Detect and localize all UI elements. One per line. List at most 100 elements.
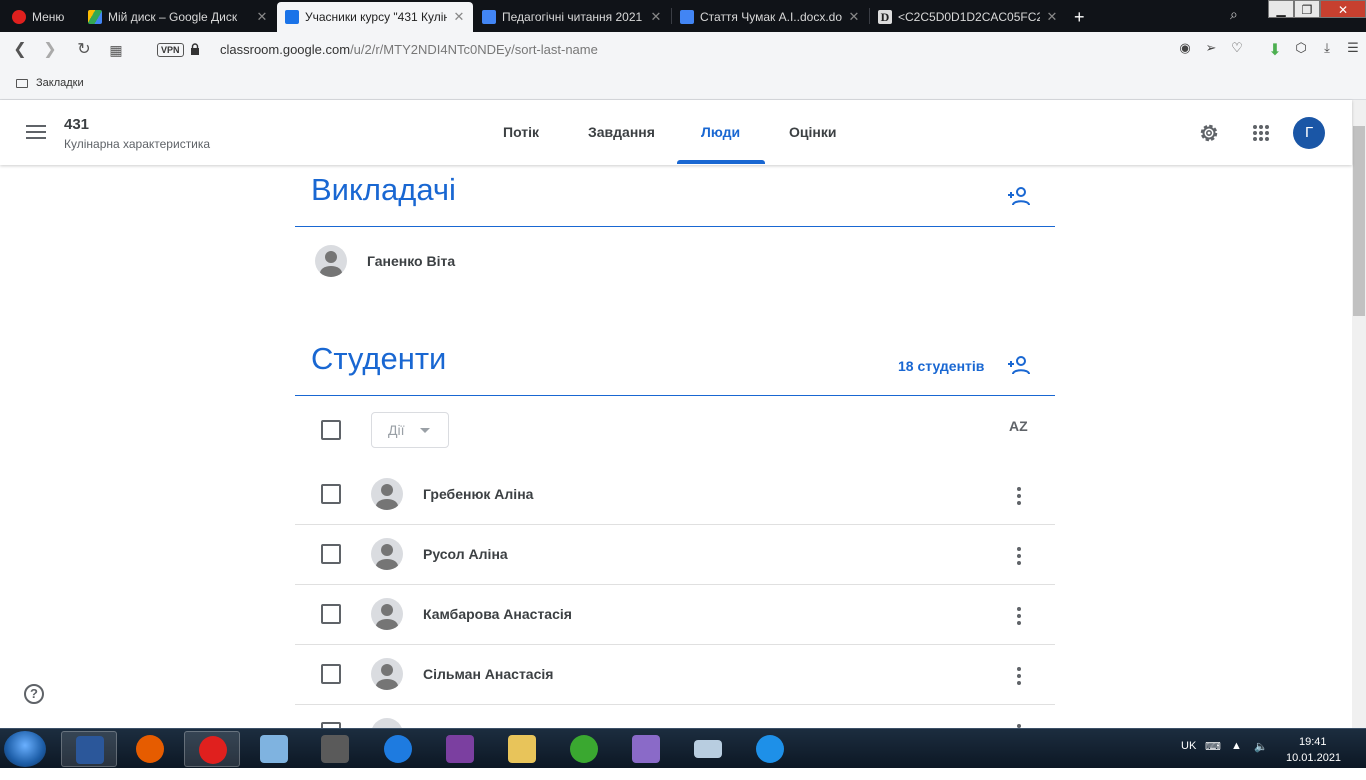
download-extension-icon[interactable]: ⬇ [1262, 40, 1288, 60]
easy-setup-icon[interactable]: ☰ [1340, 40, 1366, 60]
forward-button[interactable]: ❯ [40, 40, 60, 60]
class-title[interactable]: 431 [64, 116, 89, 133]
search-tabs-icon[interactable]: ⌕ [1230, 6, 1238, 23]
apps-grid-icon[interactable] [1249, 121, 1273, 145]
cube-icon[interactable]: ⬡ [1288, 40, 1314, 60]
taskbar-keyboard[interactable] [680, 731, 736, 767]
tab-d-document[interactable]: D <C2C5D0D1D2CAC05FC2C ✕ [870, 2, 1066, 32]
add-student-icon[interactable] [1007, 355, 1031, 375]
keyboard-tray-icon[interactable]: ⌨ [1205, 740, 1221, 780]
taskbar-filezilla[interactable] [122, 731, 178, 767]
docs-icon [680, 10, 694, 24]
heart-icon[interactable]: ♡ [1224, 40, 1250, 60]
sort-az-icon[interactable]: AZ [1009, 418, 1028, 434]
close-window-button[interactable]: ✕ [1320, 0, 1366, 18]
student-checkbox[interactable] [321, 604, 341, 624]
docs-icon [482, 10, 496, 24]
close-icon[interactable]: ✕ [453, 9, 465, 25]
tab-chumak-article[interactable]: Стаття Чумак А.І..docx.doc ✕ [672, 2, 868, 32]
account-avatar[interactable]: Г [1293, 117, 1325, 149]
row-separator [295, 584, 1055, 585]
volume-icon[interactable]: 🔈 [1254, 740, 1268, 780]
more-vert-icon[interactable] [1015, 607, 1023, 627]
url-path: /u/2/r/MTY2NDI4NTc0NDEy/sort-last-name [350, 42, 598, 57]
minimize-button[interactable]: ▁ [1268, 0, 1294, 18]
student-checkbox[interactable] [321, 544, 341, 564]
taskbar-word[interactable] [61, 731, 117, 767]
maximize-button[interactable]: ❐ [1294, 0, 1320, 18]
select-all-checkbox[interactable] [321, 420, 341, 440]
close-icon[interactable]: ✕ [1046, 9, 1058, 25]
teachers-heading: Викладачі [311, 172, 456, 207]
actions-dropdown[interactable]: Дії [371, 412, 449, 448]
taskbar-aimp[interactable] [307, 731, 363, 767]
help-icon[interactable]: ? [24, 684, 44, 704]
close-icon[interactable]: ✕ [848, 9, 860, 25]
actions-label: Дії [388, 422, 405, 438]
thunderbolt-icon [384, 735, 412, 763]
taskbar-opera[interactable] [184, 731, 240, 767]
teacher-name[interactable]: Ганенко Віта [367, 253, 455, 269]
student-name[interactable]: Сільман Анастасія [423, 666, 553, 682]
language-indicator[interactable]: UK [1181, 740, 1196, 780]
tab-pedagogical-readings[interactable]: Педагогічні читання 2021 ✕ [474, 2, 670, 32]
start-button[interactable] [4, 731, 46, 767]
separator [1250, 40, 1262, 60]
windows-taskbar: UK ⌨ ▲ 🔈 19:41 10.01.2021 [0, 728, 1366, 768]
gear-icon[interactable] [1197, 121, 1221, 145]
folder-icon [16, 78, 28, 88]
scrollbar-thumb[interactable] [1353, 126, 1365, 316]
back-button[interactable]: ❮ [10, 40, 30, 60]
downloads-icon[interactable]: ⤓ [1314, 40, 1340, 60]
clock-date[interactable]: 10.01.2021 [1286, 752, 1341, 764]
student-name[interactable]: Камбарова Анастасія [423, 606, 572, 622]
clock-time[interactable]: 19:41 [1299, 736, 1327, 748]
tab-google-drive[interactable]: Мій диск – Google Диск ✕ [80, 2, 276, 32]
tabs-overview-button[interactable]: ▦ [106, 40, 126, 60]
student-checkbox[interactable] [321, 484, 341, 504]
more-vert-icon[interactable] [1015, 487, 1023, 507]
student-name[interactable]: Гребенюк Аліна [423, 486, 533, 502]
opera-menu-button[interactable]: Меню [4, 2, 74, 32]
keyboard-icon [694, 740, 722, 758]
notepad-icon [260, 735, 288, 763]
new-tab-button[interactable]: + [1070, 2, 1094, 32]
students-heading: Студенти [311, 341, 447, 376]
tab-classwork[interactable]: Завдання [588, 124, 655, 140]
bookmarks-folder[interactable]: Закладки [16, 77, 84, 89]
vpn-badge[interactable]: VPN [157, 43, 184, 57]
tab-stream[interactable]: Потік [503, 124, 539, 140]
close-icon[interactable]: ✕ [256, 9, 268, 25]
row-separator [295, 644, 1055, 645]
lock-icon [191, 43, 199, 55]
url-field[interactable]: classroom.google.com/u/2/r/MTY2NDI4NTc0N… [220, 42, 598, 57]
taskbar-explorer[interactable] [494, 731, 550, 767]
taskbar-utorrent[interactable] [556, 731, 612, 767]
more-vert-icon[interactable] [1015, 547, 1023, 567]
student-checkbox[interactable] [321, 664, 341, 684]
tray-expand-icon[interactable]: ▲ [1231, 740, 1242, 780]
tab-title: <C2C5D0D1D2CAC05FC2C [898, 10, 1040, 24]
tab-people[interactable]: Люди [701, 124, 740, 140]
more-vert-icon[interactable] [1015, 667, 1023, 687]
taskbar-thunderbolt[interactable] [370, 731, 426, 767]
taskbar-internet-explorer[interactable] [742, 731, 798, 767]
visual-studio-icon [632, 735, 660, 763]
close-icon[interactable]: ✕ [650, 9, 662, 25]
tab-title: Стаття Чумак А.І..docx.doc [700, 10, 842, 24]
opera-icon [199, 736, 227, 764]
student-name[interactable]: Русол Аліна [423, 546, 508, 562]
menu-icon[interactable] [26, 125, 46, 139]
tab-grades[interactable]: Оцінки [789, 124, 836, 140]
camera-icon[interactable]: ◉ [1172, 40, 1198, 60]
class-subtitle: Кулінарна характеристика [64, 137, 211, 151]
tab-classroom-people[interactable]: Учасники курсу "431 Кулін ✕ [277, 2, 473, 32]
add-teacher-icon[interactable] [1007, 186, 1031, 206]
taskbar-onenote[interactable] [432, 731, 488, 767]
reload-button[interactable]: ↻ [74, 40, 94, 60]
avatar [371, 598, 403, 630]
send-icon[interactable]: ➢ [1198, 40, 1224, 60]
taskbar-visual-studio[interactable] [618, 731, 674, 767]
taskbar-notepad[interactable] [246, 731, 302, 767]
avatar [371, 538, 403, 570]
